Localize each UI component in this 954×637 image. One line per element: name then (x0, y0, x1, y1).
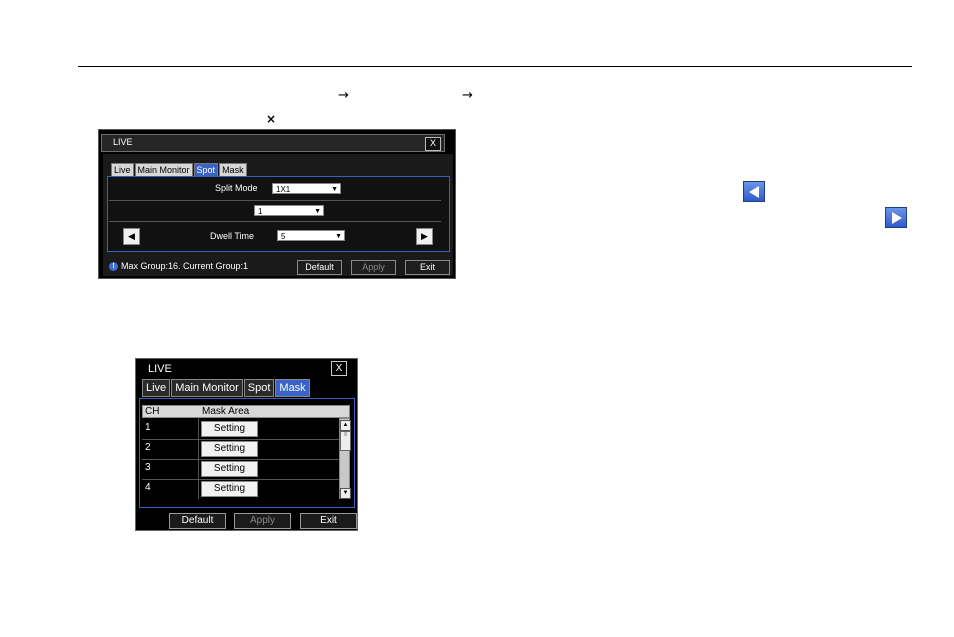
arrow-glyph-1: → (338, 88, 349, 103)
title-bar (101, 134, 445, 152)
setting-button[interactable]: Setting (201, 421, 258, 437)
apply-button[interactable]: Apply (351, 260, 396, 275)
dwell-time-select[interactable]: 5 ▼ (277, 230, 345, 241)
channel-number: 3 (145, 462, 151, 473)
spot-dialog: LIVE X Live Main Monitor Spot Mask Split… (98, 129, 456, 279)
tab-main-monitor[interactable]: Main Monitor (171, 379, 243, 397)
channel-number: 4 (145, 482, 151, 493)
default-button[interactable]: Default (297, 260, 342, 275)
chevron-down-icon: ▼ (331, 186, 338, 193)
divider (109, 221, 441, 222)
table-header: CH Mask Area (142, 405, 350, 418)
mask-dialog: LIVE X Live Main Monitor Spot Mask CH Ma… (135, 358, 358, 531)
header-rule (78, 66, 912, 67)
scroll-up-icon[interactable]: ▲ (340, 420, 351, 431)
column-header-ch: CH (145, 406, 160, 417)
split-mode-value: 1X1 (276, 185, 291, 194)
tab-live[interactable]: Live (142, 379, 171, 397)
info-icon: ! (109, 261, 118, 271)
group-select[interactable]: 1 ▼ (254, 205, 324, 216)
left-arrow-icon (743, 181, 765, 202)
split-mode-select[interactable]: 1X1 ▼ (272, 183, 341, 194)
setting-button[interactable]: Setting (201, 481, 258, 497)
close-button[interactable]: X (331, 361, 347, 376)
dialog-title: LIVE (148, 363, 172, 375)
tab-spot[interactable]: Spot (243, 379, 275, 397)
close-glyph: × (266, 112, 277, 126)
dwell-time-label: Dwell Time (210, 231, 255, 241)
status-bar: ! Max Group:16. Current Group:1 (109, 261, 248, 271)
right-arrow-icon (885, 207, 907, 228)
split-mode-label: Split Mode (215, 183, 258, 193)
setting-button[interactable]: Setting (201, 461, 258, 477)
scroll-thumb[interactable]: ≡ (340, 431, 351, 451)
column-header-mask-area: Mask Area (202, 406, 250, 417)
tab-mask[interactable]: Mask (275, 379, 310, 397)
apply-button[interactable]: Apply (234, 513, 291, 529)
table-row: 3 Setting (142, 459, 339, 480)
chevron-down-icon: ▼ (335, 233, 342, 240)
default-button[interactable]: Default (169, 513, 226, 529)
table-row: 4 Setting (142, 479, 339, 499)
channel-number: 1 (145, 422, 151, 433)
close-button[interactable]: X (425, 137, 441, 151)
next-group-button[interactable]: ▶ (416, 228, 433, 245)
status-text: Max Group:16. Current Group:1 (121, 261, 249, 271)
chevron-down-icon: ▼ (314, 208, 321, 215)
divider (109, 200, 441, 201)
dwell-time-value: 5 (281, 232, 286, 241)
group-value: 1 (258, 207, 263, 216)
table-row: 1 Setting (142, 419, 339, 440)
setting-button[interactable]: Setting (201, 441, 258, 457)
dialog-title: LIVE (113, 137, 133, 147)
scroll-down-icon[interactable]: ▼ (340, 488, 351, 499)
table-row: 2 Setting (142, 439, 339, 460)
tab-bar: Live Main Monitor Spot Mask (142, 379, 311, 397)
arrow-glyph-2: → (462, 88, 473, 103)
exit-button[interactable]: Exit (300, 513, 357, 529)
channel-number: 2 (145, 442, 151, 453)
exit-button[interactable]: Exit (405, 260, 450, 275)
prev-group-button[interactable]: ◀ (123, 228, 140, 245)
vertical-scrollbar[interactable]: ▲ ≡ ▼ (339, 418, 351, 499)
